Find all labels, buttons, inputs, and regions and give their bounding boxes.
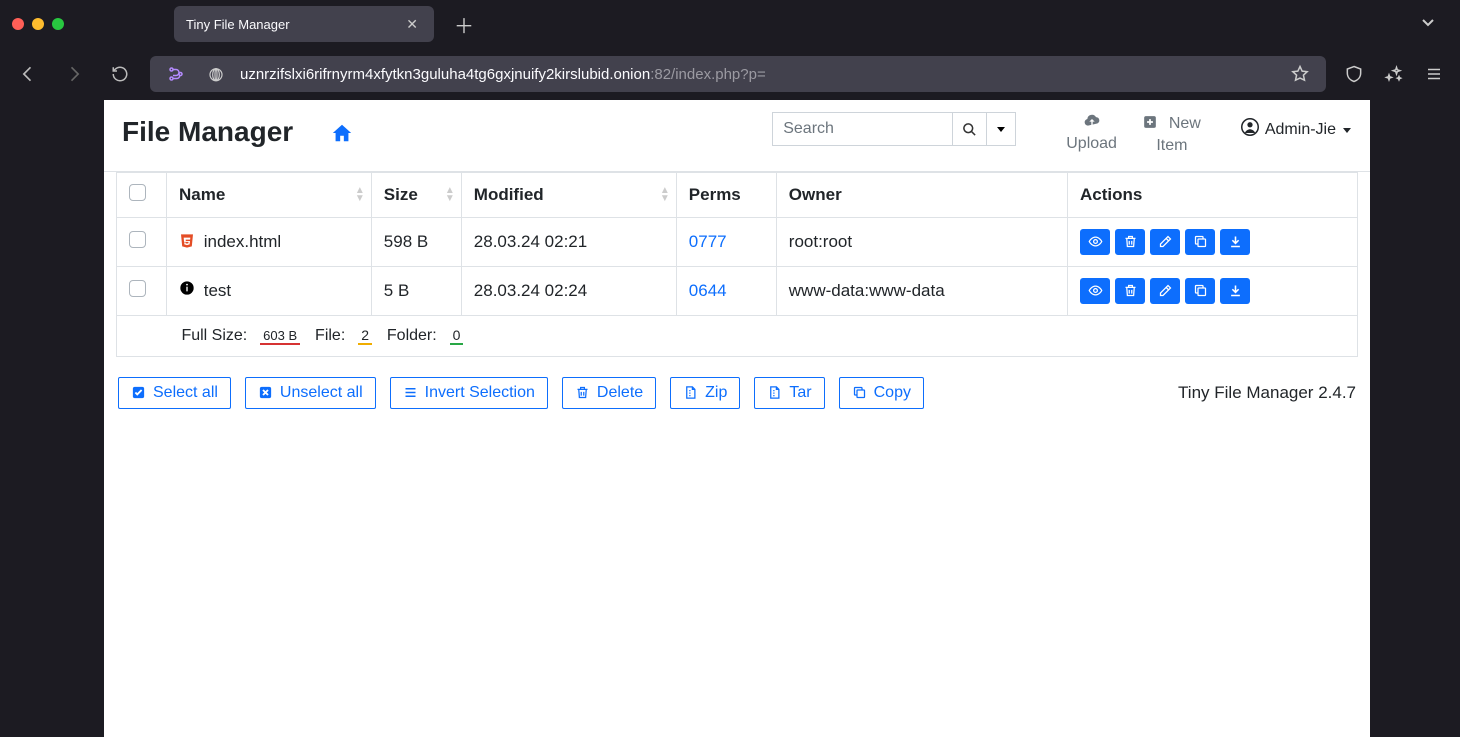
caret-down-icon — [1342, 125, 1352, 135]
search-group — [772, 112, 1016, 146]
delete-action[interactable] — [1115, 278, 1145, 304]
copy-action[interactable] — [1185, 278, 1215, 304]
summary-full-size: 603 B — [260, 328, 300, 345]
file-link[interactable]: test — [179, 281, 231, 300]
minimize-window-button[interactable] — [32, 18, 44, 30]
tor-circuit-icon[interactable] — [162, 60, 190, 88]
file-perms[interactable]: 0644 — [689, 281, 727, 300]
reload-button[interactable] — [104, 58, 136, 90]
summary-folder-label: Folder: — [387, 327, 437, 344]
summary-file-count: 2 — [358, 327, 372, 345]
browser-toolbar: uznrzifslxi6rifrnyrm4xfytkn3guluha4tg6gx… — [0, 48, 1460, 100]
close-tab-button[interactable]: ✕ — [402, 12, 422, 37]
row-checkbox[interactable] — [129, 280, 146, 297]
file-size: 5 B — [371, 266, 461, 315]
row-checkbox[interactable] — [129, 231, 146, 248]
col-owner: Owner — [776, 172, 1067, 217]
download-action[interactable] — [1220, 278, 1250, 304]
user-name: Admin-Jie — [1265, 121, 1336, 139]
table-row: index.html 598 B28.03.24 02:21 0777 root:ro… — [117, 217, 1358, 266]
bulk-actions: Select all Unselect all Invert Selection… — [104, 357, 1370, 429]
browser-titlebar: Tiny File Manager ✕ ＋ — [0, 0, 1460, 48]
tab-title: Tiny File Manager — [186, 17, 290, 32]
col-perms: Perms — [676, 172, 776, 217]
select-all-checkbox[interactable] — [129, 184, 146, 201]
select-all-button[interactable]: Select all — [118, 377, 231, 409]
download-action[interactable] — [1220, 229, 1250, 255]
edit-action[interactable] — [1150, 278, 1180, 304]
edit-action[interactable] — [1150, 229, 1180, 255]
url-host: uznrzifslxi6rifrnyrm4xfytkn3guluha4tg6gx… — [240, 66, 650, 83]
col-name: Name▲▼ — [167, 172, 372, 217]
summary-full-size-label: Full Size: — [181, 327, 247, 344]
window-controls — [12, 18, 64, 30]
upload-link[interactable]: Upload — [1066, 114, 1117, 157]
upload-label: Upload — [1066, 135, 1117, 152]
file-link[interactable]: index.html — [179, 232, 281, 251]
app-title: File Manager — [122, 116, 293, 148]
file-perms[interactable]: 0777 — [689, 232, 727, 251]
delete-action[interactable] — [1115, 229, 1145, 255]
file-modified: 28.03.24 02:24 — [461, 266, 676, 315]
tar-button[interactable]: Tar — [754, 377, 824, 409]
new-item-link[interactable]: NewItem — [1143, 114, 1201, 157]
view-action[interactable] — [1080, 229, 1110, 255]
address-bar[interactable]: uznrzifslxi6rifrnyrm4xfytkn3guluha4tg6gx… — [150, 56, 1326, 92]
unselect-all-button[interactable]: Unselect all — [245, 377, 376, 409]
copy-button[interactable]: Copy — [839, 377, 924, 409]
file-modified: 28.03.24 02:21 — [461, 217, 676, 266]
plus-square-icon — [1143, 115, 1157, 136]
file-size: 598 B — [371, 217, 461, 266]
tabs-dropdown-button[interactable] — [1408, 8, 1448, 41]
table-row: test 5 B28.03.24 02:24 0644 www-data:www-da… — [117, 266, 1358, 315]
file-owner: root:root — [776, 217, 1067, 266]
delete-button[interactable]: Delete — [562, 377, 656, 409]
summary-folder-count: 0 — [450, 327, 464, 345]
summary-file-label: File: — [315, 327, 345, 344]
app-header: File Manager Upload — [104, 100, 1370, 172]
file-table: Name▲▼ Size▲▼ Modified▲▼ Perms Owner Act… — [116, 172, 1358, 357]
view-action[interactable] — [1080, 278, 1110, 304]
url-path: :82/index.php?p= — [650, 66, 766, 83]
onion-lock-icon[interactable] — [202, 60, 230, 88]
sparkle-icon[interactable] — [1380, 60, 1408, 88]
file-owner: www-data:www-data — [776, 266, 1067, 315]
back-button[interactable] — [12, 58, 44, 90]
page-content: File Manager Upload — [104, 100, 1370, 737]
shield-icon[interactable] — [1340, 60, 1368, 88]
zip-button[interactable]: Zip — [670, 377, 740, 409]
invert-selection-button[interactable]: Invert Selection — [390, 377, 548, 409]
search-dropdown-button[interactable] — [986, 112, 1016, 146]
home-link[interactable] — [331, 122, 353, 150]
col-modified: Modified▲▼ — [461, 172, 676, 217]
app-version: Tiny File Manager 2.4.7 — [1178, 383, 1356, 403]
forward-button[interactable] — [58, 58, 90, 90]
user-menu[interactable]: Admin-Jie — [1241, 118, 1352, 141]
cloud-upload-icon — [1066, 114, 1117, 134]
new-tab-button[interactable]: ＋ — [448, 4, 480, 45]
user-circle-icon — [1241, 118, 1259, 141]
close-window-button[interactable] — [12, 18, 24, 30]
search-input[interactable] — [772, 112, 952, 146]
new-item-label: NewItem — [1156, 115, 1201, 154]
col-size: Size▲▼ — [371, 172, 461, 217]
search-button[interactable] — [952, 112, 986, 146]
maximize-window-button[interactable] — [52, 18, 64, 30]
bookmark-star-icon[interactable] — [1286, 60, 1314, 88]
copy-action[interactable] — [1185, 229, 1215, 255]
app-menu-icon[interactable] — [1420, 60, 1448, 88]
col-actions: Actions — [1068, 172, 1358, 217]
browser-tab[interactable]: Tiny File Manager ✕ — [174, 6, 434, 42]
